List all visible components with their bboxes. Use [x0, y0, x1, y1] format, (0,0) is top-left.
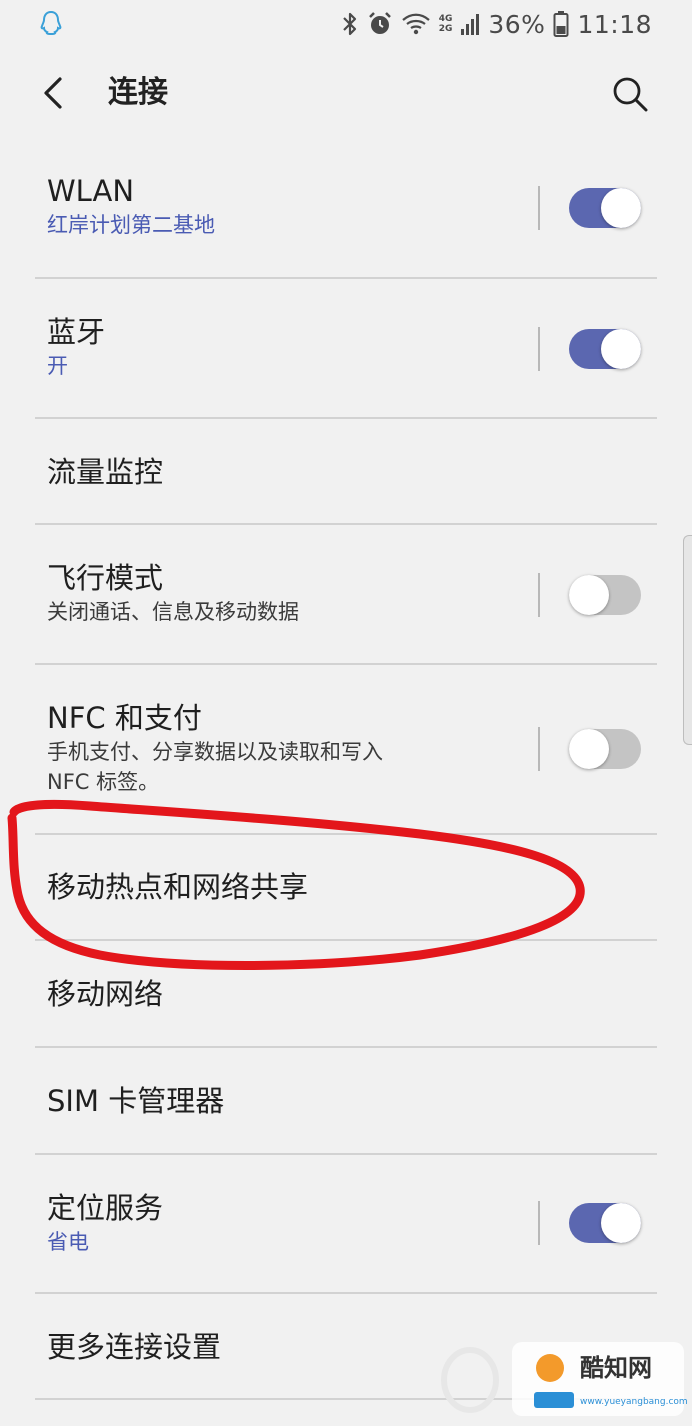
- setting-mobile-hotspot[interactable]: 移动热点和网络共享: [0, 835, 692, 939]
- setting-nfc[interactable]: NFC 和支付 手机支付、分享数据以及读取和写入 NFC 标签。: [0, 665, 692, 833]
- toggle-knob: [569, 575, 609, 615]
- status-bar: 4G 2G 36% 11:18: [0, 0, 692, 48]
- toggle-knob: [601, 329, 641, 369]
- battery-percent: 36%: [488, 9, 546, 39]
- setting-data-usage[interactable]: 流量监控: [0, 419, 692, 524]
- app-bar: 连接: [0, 48, 692, 140]
- setting-airplane-mode[interactable]: 飞行模式 关闭通话、信息及移动数据: [0, 525, 692, 665]
- airplane-mode-toggle[interactable]: [569, 575, 641, 615]
- setting-text: NFC 和支付 手机支付、分享数据以及读取和写入 NFC 标签。: [47, 699, 410, 797]
- setting-text: 移动热点和网络共享: [47, 868, 512, 906]
- divider: [538, 327, 540, 371]
- setting-title: 蓝牙: [47, 315, 106, 349]
- setting-title: 定位服务: [47, 1191, 164, 1225]
- setting-wlan[interactable]: WLAN 红岸计划第二基地: [0, 140, 692, 278]
- page-title: 连接: [108, 75, 168, 110]
- battery-icon: [553, 10, 569, 38]
- setting-title: SIM 卡管理器: [47, 1084, 225, 1118]
- setting-title: 飞行模式: [47, 561, 164, 595]
- scroll-indicator[interactable]: [683, 535, 692, 745]
- search-button[interactable]: [604, 68, 656, 120]
- toggle-knob: [569, 729, 609, 769]
- back-button[interactable]: [30, 68, 80, 118]
- setting-subtitle: 红岸计划第二基地: [47, 213, 215, 237]
- setting-title: 移动网络: [47, 977, 164, 1011]
- wifi-icon: [401, 12, 431, 36]
- divider: [538, 727, 540, 771]
- setting-title: 移动热点和网络共享: [47, 870, 309, 904]
- setting-text: 蓝牙 开: [47, 313, 512, 381]
- setting-subtitle: 关闭通话、信息及移动数据: [47, 600, 299, 624]
- bluetooth-icon: [341, 11, 359, 37]
- setting-title: 流量监控: [47, 455, 164, 489]
- toggle-knob: [601, 188, 641, 228]
- setting-bluetooth[interactable]: 蓝牙 开: [0, 279, 692, 419]
- divider: [538, 1201, 540, 1245]
- setting-location[interactable]: 定位服务 省电: [0, 1155, 692, 1293]
- location-toggle[interactable]: [569, 1203, 641, 1243]
- clock: 11:18: [577, 9, 652, 39]
- toggle-knob: [601, 1203, 641, 1243]
- divider: [538, 186, 540, 230]
- setting-more-connections[interactable]: 更多连接设置: [0, 1294, 692, 1400]
- bluetooth-toggle[interactable]: [569, 329, 641, 369]
- setting-text: WLAN 红岸计划第二基地: [47, 172, 512, 240]
- signal-icon: [460, 11, 480, 37]
- chevron-left-icon: [44, 77, 62, 109]
- network-type-top: 4G: [438, 14, 453, 24]
- setting-subtitle: 省电: [47, 1230, 89, 1254]
- list-divider: [35, 1398, 657, 1400]
- setting-title: 更多连接设置: [47, 1330, 222, 1364]
- network-type: 4G 2G: [439, 14, 453, 34]
- setting-text: 流量监控: [47, 453, 512, 491]
- setting-text: 更多连接设置: [47, 1328, 512, 1366]
- wlan-toggle[interactable]: [569, 188, 641, 228]
- nfc-toggle[interactable]: [569, 729, 641, 769]
- setting-title: NFC 和支付: [47, 701, 202, 735]
- setting-text: 移动网络: [47, 975, 512, 1013]
- network-type-bottom: 2G: [438, 24, 453, 34]
- divider: [538, 573, 540, 617]
- setting-text: SIM 卡管理器: [47, 1082, 512, 1120]
- search-icon: [613, 77, 648, 112]
- setting-text: 定位服务 省电: [47, 1189, 512, 1257]
- setting-text: 飞行模式 关闭通话、信息及移动数据: [47, 559, 512, 627]
- setting-mobile-network[interactable]: 移动网络: [0, 941, 692, 1047]
- setting-subtitle: 开: [47, 354, 68, 378]
- setting-sim-manager[interactable]: SIM 卡管理器: [0, 1048, 692, 1154]
- qq-icon: [38, 10, 64, 36]
- setting-subtitle: 手机支付、分享数据以及读取和写入 NFC 标签。: [47, 740, 383, 794]
- setting-title: WLAN: [47, 174, 135, 208]
- alarm-icon: [367, 11, 393, 37]
- status-icons: 4G 2G 36% 11:18: [341, 0, 652, 48]
